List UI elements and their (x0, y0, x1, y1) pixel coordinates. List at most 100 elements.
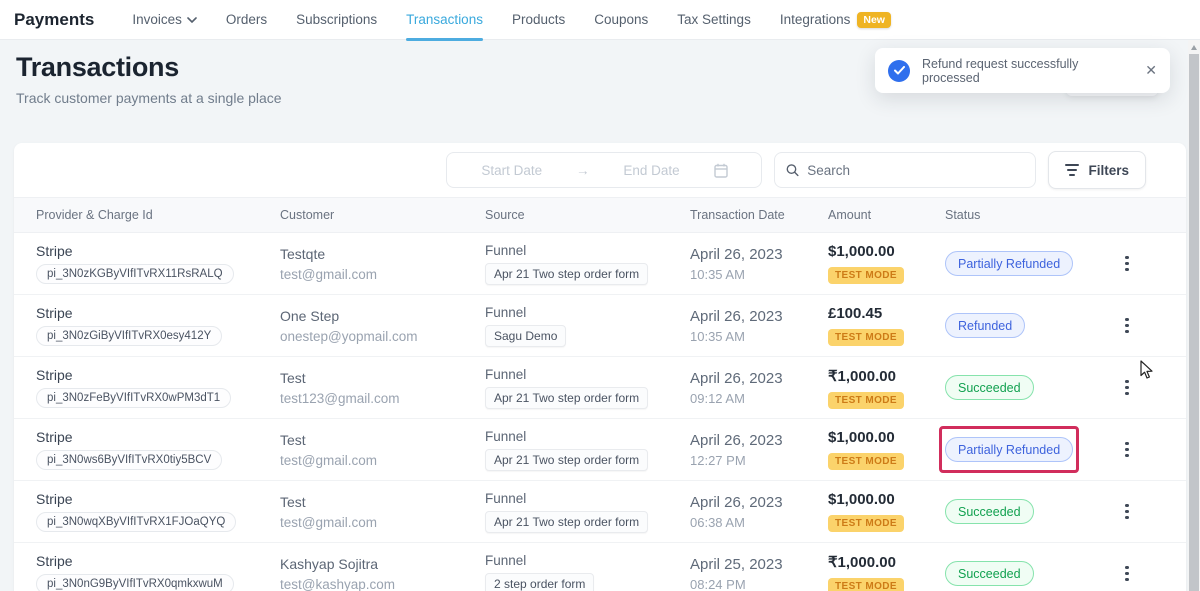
test-mode-badge: TEST MODE (828, 392, 904, 409)
source-type: Funnel (485, 429, 690, 444)
provider: Stripe (36, 491, 280, 507)
table-row: Stripe pi_3N0wqXByVIfITvRX1FJOaQYQ Test te… (14, 481, 1186, 543)
provider: Stripe (36, 429, 280, 445)
row-actions-menu[interactable] (1117, 380, 1137, 396)
scrollbar[interactable] (1188, 40, 1200, 591)
charge-id-pill: pi_3N0zGiByVIfITvRX0esy412Y (36, 326, 222, 346)
source-pill: 2 step order form (485, 573, 594, 591)
customer-name: Kashyap Sojitra (280, 556, 485, 572)
nav-item-tax-settings[interactable]: Tax Settings (677, 0, 751, 40)
nav-item-subscriptions[interactable]: Subscriptions (296, 0, 377, 40)
nav-item-products[interactable]: Products (512, 0, 565, 40)
col-amount: Amount (828, 208, 945, 222)
transaction-time: 10:35 AM (690, 329, 828, 344)
charge-id-pill: pi_3N0ws6ByVIfITvRX0tiy5BCV (36, 450, 222, 470)
test-mode-badge: TEST MODE (828, 453, 904, 470)
scrollbar-thumb[interactable] (1189, 54, 1199, 591)
toast-notification: Refund request successfully processed ✕ (875, 48, 1170, 93)
row-actions-menu[interactable] (1117, 256, 1137, 272)
search-box[interactable] (774, 152, 1036, 188)
nav-item-orders[interactable]: Orders (226, 0, 267, 40)
transaction-time: 06:38 AM (690, 515, 828, 530)
arrow-right-icon: → (576, 163, 590, 178)
nav-item-transactions[interactable]: Transactions (406, 0, 483, 40)
table-row: Stripe pi_3N0nG9ByVIfITvRX0qmkxwuM Kashya… (14, 543, 1186, 591)
filter-icon (1065, 164, 1079, 176)
col-date: Transaction Date (690, 208, 828, 222)
table-header: Provider & Charge Id Customer Source Tra… (14, 197, 1186, 233)
scroll-up-arrow-icon[interactable] (1188, 42, 1200, 52)
table-row: Stripepi_3N0ws6ByVIfITvRX0tiy5BCV Testte… (14, 419, 1186, 481)
chevron-down-icon (187, 17, 197, 23)
source-type: Funnel (485, 243, 690, 258)
start-date-placeholder[interactable]: Start Date (481, 163, 542, 178)
transaction-date: April 26, 2023 (690, 432, 828, 449)
transaction-date: April 26, 2023 (690, 308, 828, 325)
transactions-card: Start Date → End Date Filters Provider &… (14, 143, 1186, 591)
status-badge: Succeeded (945, 499, 1034, 524)
source-pill: Sagu Demo (485, 325, 566, 347)
customer-email: test@kashyap.com (280, 577, 485, 591)
status-badge: Partially Refunded (945, 437, 1073, 462)
amount: £100.45 (828, 305, 945, 322)
amount: $1,000.00 (828, 243, 945, 260)
toast-message: Refund request successfully processed (922, 57, 1133, 85)
table-row: Stripe pi_3N0zGiByVIfITvRX0esy412Y One St… (14, 295, 1186, 357)
page-header: Transactions Track customer payments at … (16, 52, 282, 106)
test-mode-badge: TEST MODE (828, 515, 904, 532)
source-pill: Apr 21 Two step order form (485, 387, 648, 409)
source-pill: Apr 21 Two step order form (485, 263, 648, 285)
test-mode-badge: TEST MODE (828, 329, 904, 346)
app-brand: Payments (14, 10, 94, 30)
search-icon (786, 163, 799, 177)
new-badge: New (857, 12, 891, 28)
filter-row: Start Date → End Date Filters (14, 143, 1186, 197)
source-pill: Apr 21 Two step order form (485, 449, 648, 471)
customer-name: Test (280, 432, 485, 448)
charge-id-pill: pi_3N0nG9ByVIfITvRX0qmkxwuM (36, 574, 234, 591)
provider: Stripe (36, 553, 280, 569)
charge-id-pill: pi_3N0zFeByVIfITvRX0wPM3dT1 (36, 388, 231, 408)
amount: ₹1,000.00 (828, 367, 945, 385)
source-type: Funnel (485, 367, 690, 382)
test-mode-badge: TEST MODE (828, 267, 904, 284)
transaction-date: April 25, 2023 (690, 556, 828, 573)
status-badge: Partially Refunded (945, 251, 1073, 276)
calendar-icon (714, 163, 728, 178)
end-date-placeholder[interactable]: End Date (623, 163, 679, 178)
status-badge: Succeeded (945, 561, 1034, 586)
transaction-time: 12:27 PM (690, 453, 828, 468)
page-title: Transactions (16, 52, 282, 83)
row-actions-menu[interactable] (1117, 442, 1137, 458)
row-actions-menu[interactable] (1117, 566, 1137, 582)
nav-item-integrations[interactable]: Integrations New (780, 0, 891, 40)
status-badge: Refunded (945, 313, 1025, 338)
date-range-picker[interactable]: Start Date → End Date (446, 152, 762, 188)
close-icon[interactable]: ✕ (1145, 62, 1157, 79)
status-badge: Succeeded (945, 375, 1034, 400)
col-provider: Provider & Charge Id (36, 208, 280, 222)
customer-email: test@gmail.com (280, 267, 485, 282)
provider: Stripe (36, 305, 280, 321)
search-input[interactable] (807, 163, 1024, 178)
row-actions-menu[interactable] (1117, 318, 1137, 334)
transaction-time: 09:12 AM (690, 391, 828, 406)
transaction-time: 10:35 AM (690, 267, 828, 282)
nav-item-coupons[interactable]: Coupons (594, 0, 648, 40)
customer-name: Test (280, 494, 485, 510)
source-type: Funnel (485, 305, 690, 320)
amount: $1,000.00 (828, 491, 945, 508)
charge-id-pill: pi_3N0wqXByVIfITvRX1FJOaQYQ (36, 512, 236, 532)
customer-email: test123@gmail.com (280, 391, 485, 406)
customer-name: Testqte (280, 246, 485, 262)
customer-email: test@gmail.com (280, 515, 485, 530)
source-type: Funnel (485, 553, 690, 568)
transaction-date: April 26, 2023 (690, 494, 828, 511)
row-actions-menu[interactable] (1117, 504, 1137, 520)
filters-button[interactable]: Filters (1048, 151, 1146, 189)
provider: Stripe (36, 243, 280, 259)
nav-item-invoices[interactable]: Invoices (132, 0, 197, 40)
customer-name: One Step (280, 308, 485, 324)
table-row: Stripepi_3N0zFeByVIfITvRX0wPM3dT1 Testte… (14, 357, 1186, 419)
provider: Stripe (36, 367, 280, 383)
